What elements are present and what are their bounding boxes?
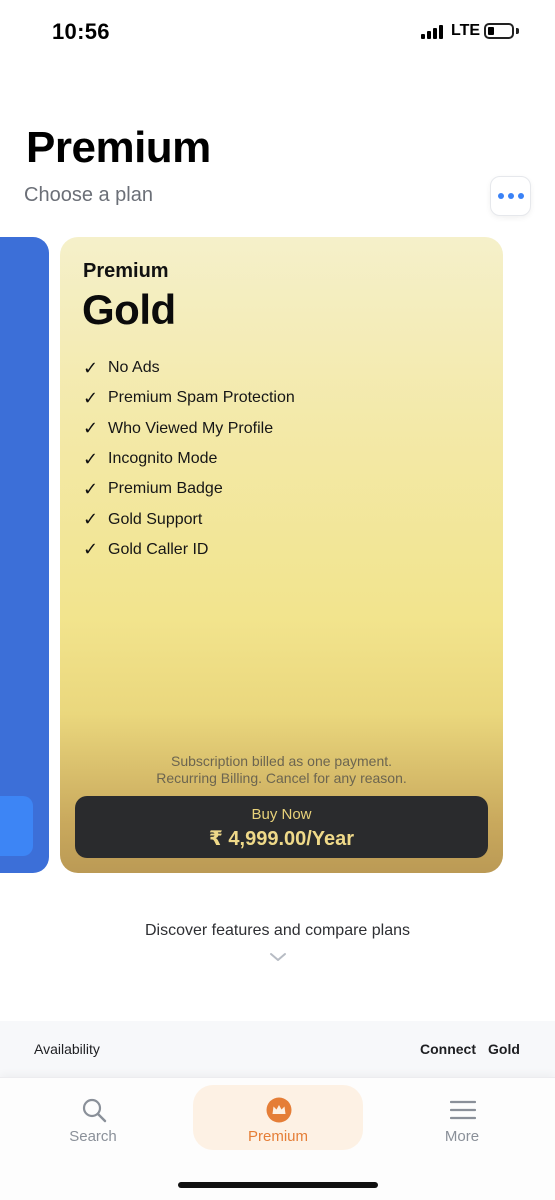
battery-icon (484, 23, 514, 39)
plan-tier: Premium (83, 260, 169, 282)
more-horizontal-icon (497, 193, 504, 199)
compare-row-label: Availability (34, 1041, 100, 1057)
tab-label-search: Search (69, 1128, 117, 1145)
check-icon: ✓ (83, 418, 99, 439)
crown-icon (266, 1097, 292, 1123)
chevron-down-icon[interactable] (269, 948, 287, 966)
more-options-button[interactable] (490, 176, 531, 216)
menu-icon (450, 1100, 476, 1120)
compare-column-connect: Connect (420, 1041, 476, 1057)
feature-item: ✓ Gold Caller ID (83, 539, 209, 560)
plan-name: Gold (82, 286, 176, 333)
tab-label-premium: Premium (247, 1128, 308, 1145)
buy-now-button[interactable]: Buy Now ₹ 4,999.00/Year (75, 796, 488, 858)
feature-item: ✓ Premium Spam Protection (83, 387, 295, 408)
feature-item: ✓ Premium Badge (83, 478, 223, 499)
search-icon (82, 1098, 107, 1123)
plan-card-previous-button[interactable] (0, 796, 33, 856)
network-type: LTE (451, 22, 481, 39)
home-indicator[interactable] (178, 1182, 378, 1188)
discover-features-link[interactable]: Discover features and compare plans (0, 922, 555, 940)
feature-list: ✓ No Ads ✓ Premium Spam Protection ✓ Who Vi… (83, 353, 295, 565)
compare-column-gold: Gold (488, 1041, 520, 1057)
tab-search[interactable]: Search (8, 1085, 178, 1150)
page-subtitle: Choose a plan (24, 184, 153, 206)
tab-label-more: More (444, 1128, 480, 1145)
plan-card-gold[interactable]: Premium Gold ✓ No Ads ✓ Premium Spam Prote… (60, 237, 503, 873)
status-time: 10:56 (52, 19, 110, 44)
billing-note: Subscription billed as one payment. Recu… (156, 753, 407, 786)
signal-strength-icon (421, 25, 445, 39)
check-icon: ✓ (83, 357, 99, 378)
battery-tip (516, 28, 519, 34)
check-icon: ✓ (83, 387, 99, 408)
check-icon: ✓ (83, 448, 99, 469)
tab-more[interactable]: More (377, 1085, 547, 1150)
feature-item: ✓ Who Viewed My Profile (83, 418, 274, 439)
tab-premium[interactable]: Premium (193, 1085, 363, 1150)
feature-item: ✓ Gold Support (83, 509, 203, 530)
check-icon: ✓ (83, 539, 99, 560)
plan-card-previous[interactable] (0, 237, 49, 873)
feature-item: ✓ Incognito Mode (83, 448, 218, 469)
buy-now-label: Buy Now (251, 806, 312, 823)
check-icon: ✓ (83, 478, 99, 499)
feature-item: ✓ No Ads (83, 357, 160, 378)
check-icon: ✓ (83, 509, 99, 530)
page-title: Premium (26, 123, 211, 172)
status-bar: 10:56 LTE (0, 0, 555, 60)
plan-price: ₹ 4,999.00/Year (208, 828, 355, 850)
